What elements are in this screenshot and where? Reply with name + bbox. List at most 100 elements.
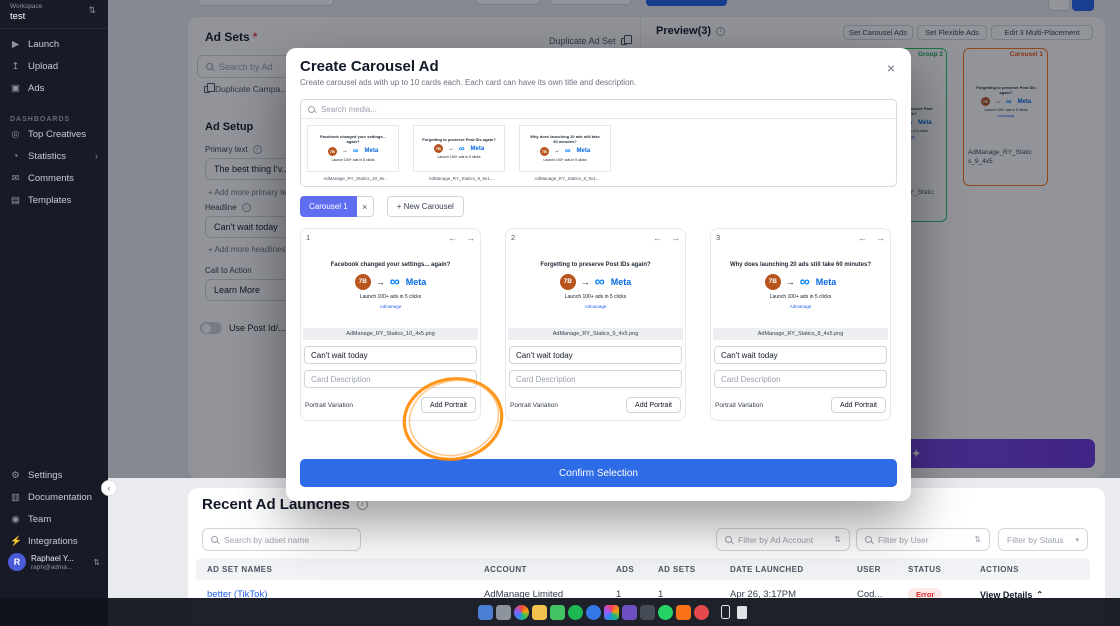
profile-name: Raphael Y... bbox=[31, 553, 74, 563]
media-thumbnail: Facebook changed your settings... again?… bbox=[307, 125, 399, 172]
brand-logo-7b: 7B bbox=[327, 146, 337, 156]
dock-photos-icon[interactable] bbox=[514, 604, 529, 620]
sidebar-item-integrations[interactable]: ⚡ Integrations bbox=[0, 530, 108, 552]
media-item[interactable]: Forgetting to preserve Post IDs again? 7… bbox=[413, 125, 509, 181]
rocket-icon: ▶ bbox=[11, 38, 20, 50]
media-item[interactable]: Why does launching 20 ads still take 60 … bbox=[519, 125, 615, 181]
gear-icon: ⚙ bbox=[11, 469, 20, 481]
card-creative-image: Facebook changed your settings... again?… bbox=[303, 244, 478, 327]
sort-arrows-icon: ⇅ bbox=[834, 535, 841, 544]
sidebar-item-label: Ads bbox=[28, 82, 45, 94]
profile-menu[interactable]: R Raphael Y... raph@adma... ⇅ bbox=[0, 553, 108, 571]
card-description-input[interactable] bbox=[714, 370, 887, 388]
creative-headline: Forgetting to preserve Post IDs again? bbox=[422, 136, 496, 142]
media-filename: AdManage_RY_Statics_10_9x.. bbox=[323, 176, 387, 181]
workspace-name: test bbox=[10, 11, 26, 22]
sidebar-item-templates[interactable]: ▤ Templates bbox=[0, 189, 108, 211]
media-search-input[interactable]: Search media... bbox=[301, 100, 896, 119]
sidebar-item-team[interactable]: ◉ Team bbox=[0, 508, 108, 530]
prev-card-icon[interactable]: ← bbox=[448, 233, 457, 243]
add-portrait-button[interactable]: Add Portrait bbox=[421, 397, 476, 413]
workspace-switcher[interactable]: Workspace test ⇅ bbox=[0, 0, 108, 29]
new-carousel-button[interactable]: + New Carousel bbox=[386, 196, 464, 217]
meta-wordmark: Meta bbox=[470, 145, 485, 152]
filter-user-select[interactable]: Filter by User ⇅ bbox=[856, 528, 990, 551]
col-header: ACCOUNT bbox=[484, 564, 527, 574]
arrow-icon: → bbox=[375, 276, 385, 287]
creative-link: Admanage bbox=[379, 303, 402, 309]
col-header: DATE LAUNCHED bbox=[730, 564, 804, 574]
tab-carousel-1[interactable]: Carousel 1 bbox=[300, 196, 357, 217]
workspace-selector-icon[interactable]: ⇅ bbox=[88, 5, 96, 16]
sort-arrows-icon: ⇅ bbox=[974, 535, 981, 544]
dock-phone-icon[interactable] bbox=[721, 605, 730, 619]
table-header-row: AD SET NAMES ACCOUNT ADS AD SETS DATE LA… bbox=[196, 558, 1090, 580]
meta-infinity-icon: ∞ bbox=[389, 273, 400, 289]
sidebar-item-documentation[interactable]: ▥ Documentation bbox=[0, 486, 108, 508]
filter-ad-account-select[interactable]: Filter by Ad Account ⇅ bbox=[716, 528, 850, 551]
carousel-card-1: 1 ← → Facebook changed your settings... … bbox=[300, 228, 481, 421]
sidebar: Workspace test ⇅ ▶ Launch ↥ Upload ▣ Ads… bbox=[0, 0, 108, 626]
sidebar-item-settings[interactable]: ⚙ Settings bbox=[0, 464, 108, 486]
next-card-icon[interactable]: → bbox=[466, 233, 475, 243]
sidebar-item-label: Templates bbox=[28, 194, 72, 206]
add-portrait-button[interactable]: Add Portrait bbox=[626, 397, 681, 413]
card-filename: AdManage_RY_Statics_9_4x5.png bbox=[508, 328, 683, 340]
search-icon bbox=[725, 536, 732, 543]
dock-blue-app-icon[interactable] bbox=[586, 604, 601, 620]
sidebar-item-comments[interactable]: ✉ Comments bbox=[0, 167, 108, 189]
arrow-icon: → bbox=[580, 276, 590, 287]
sidebar-item-statistics[interactable]: ◔ Statistics › bbox=[0, 145, 108, 167]
dock-document-icon[interactable] bbox=[737, 605, 747, 619]
creative-headline: Forgetting to preserve Post IDs again? bbox=[540, 262, 651, 269]
next-card-icon[interactable]: → bbox=[671, 233, 680, 243]
media-item[interactable]: Facebook changed your settings... again?… bbox=[307, 125, 403, 181]
card-description-input[interactable] bbox=[304, 370, 477, 388]
prev-card-icon[interactable]: ← bbox=[858, 233, 867, 243]
card-cre​ative-image: Why does launching 20 ads still take 60 … bbox=[713, 244, 888, 327]
filter-status-select[interactable]: Filter by Status ▾ bbox=[998, 528, 1088, 551]
sidebar-item-upload[interactable]: ↥ Upload bbox=[0, 55, 108, 77]
dock-screenshot-icon[interactable] bbox=[496, 604, 511, 620]
dock-whatsapp-icon[interactable] bbox=[658, 604, 673, 620]
card-title-input[interactable] bbox=[509, 346, 682, 364]
confirm-selection-button[interactable]: Confirm Selection bbox=[300, 459, 897, 487]
sidebar-item-top-creatives[interactable]: ◎ Top Creatives bbox=[0, 123, 108, 145]
dock-files-icon[interactable] bbox=[478, 604, 493, 620]
dock-orange-app-icon[interactable] bbox=[676, 604, 691, 620]
sidebar-item-launch[interactable]: ▶ Launch bbox=[0, 33, 108, 55]
dock-purple-app-icon[interactable] bbox=[622, 604, 637, 620]
dock-green-app-icon[interactable] bbox=[550, 604, 565, 620]
search-icon bbox=[211, 536, 218, 543]
card-title-input[interactable] bbox=[714, 346, 887, 364]
filter-status-label: Filter by Status bbox=[1007, 534, 1064, 545]
search-adset-input[interactable]: Search by adset name bbox=[202, 528, 361, 551]
brand-logo-7b: 7B bbox=[433, 144, 443, 154]
sidebar-collapse-handle[interactable]: ‹ bbox=[101, 480, 117, 496]
card-description-input[interactable] bbox=[509, 370, 682, 388]
meta-infinity-icon: ∞ bbox=[799, 273, 810, 289]
card-title-input[interactable] bbox=[304, 346, 477, 364]
next-card-icon[interactable]: → bbox=[876, 233, 885, 243]
remove-carousel-icon[interactable]: × bbox=[356, 196, 374, 217]
meta-wordmark: Meta bbox=[576, 148, 591, 155]
col-header: AD SETS bbox=[658, 564, 696, 574]
dock-folder-icon[interactable] bbox=[532, 604, 547, 620]
dock-dnd-icon[interactable] bbox=[694, 604, 709, 620]
dock-spotify-icon[interactable] bbox=[568, 604, 583, 620]
meta-infinity-icon: ∞ bbox=[594, 273, 605, 289]
media-filename: AdManage_RY_Statics_8_9x1... bbox=[534, 176, 600, 181]
comment-icon: ✉ bbox=[11, 172, 20, 184]
creative-tagline: Launch 100+ ads in 5 clicks bbox=[437, 155, 481, 160]
sidebar-item-ads[interactable]: ▣ Ads bbox=[0, 77, 108, 99]
dock-launchpad-icon[interactable] bbox=[604, 604, 619, 620]
close-icon[interactable]: × bbox=[887, 60, 895, 76]
creative-link: Admanage bbox=[584, 303, 607, 309]
creative-headline: Facebook changed your settings... again? bbox=[330, 262, 451, 269]
brand-logo-7b: 7B bbox=[354, 273, 371, 290]
ads-icon: ▣ bbox=[11, 82, 20, 94]
add-portrait-button[interactable]: Add Portrait bbox=[831, 397, 886, 413]
prev-card-icon[interactable]: ← bbox=[653, 233, 662, 243]
col-header: AD SET NAMES bbox=[207, 564, 273, 574]
dock-camera-icon[interactable] bbox=[640, 604, 655, 620]
